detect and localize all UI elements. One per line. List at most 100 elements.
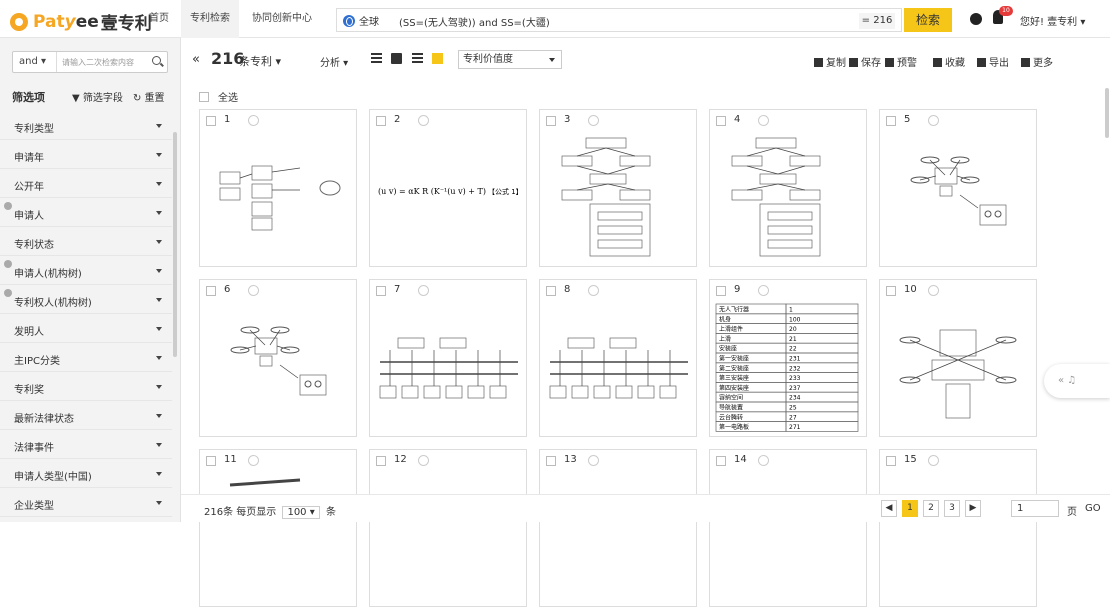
card-checkbox[interactable] xyxy=(886,286,896,296)
help-icon[interactable] xyxy=(970,13,982,25)
help-icon[interactable] xyxy=(4,202,12,210)
facet-8[interactable]: 主IPC分类 xyxy=(0,344,172,372)
card-radio[interactable] xyxy=(758,115,769,126)
card-radio[interactable] xyxy=(758,455,769,466)
card-checkbox[interactable] xyxy=(206,286,216,296)
select-all[interactable]: 全选 xyxy=(199,89,238,104)
facet-10[interactable]: 最新法律状态 xyxy=(0,402,172,430)
help-icon[interactable] xyxy=(4,260,12,268)
prev-page-button[interactable]: ◀ xyxy=(881,500,897,517)
user-menu[interactable]: 您好! 壹专利 ▾ xyxy=(1020,13,1085,28)
result-type-select[interactable]: 条专利 ▾ xyxy=(239,53,281,69)
nav-innovation-center[interactable]: 协同创新中心 xyxy=(243,0,321,38)
facet-3[interactable]: 申请人 xyxy=(0,199,172,227)
facet-9[interactable]: 专利奖 xyxy=(0,373,172,401)
collapse-sidebar-button[interactable]: « xyxy=(192,52,200,67)
card-radio[interactable] xyxy=(248,115,259,126)
patent-card[interactable]: 14 xyxy=(709,449,867,607)
facet-5[interactable]: 申请人(机构树) xyxy=(0,257,172,285)
card-checkbox[interactable] xyxy=(376,456,386,466)
page-2[interactable]: 2 xyxy=(923,500,939,517)
card-radio[interactable] xyxy=(588,285,599,296)
card-radio[interactable] xyxy=(418,285,429,296)
logo[interactable]: Pat y ee 壹专利 xyxy=(10,9,152,34)
facet-6[interactable]: 专利权人(机构树) xyxy=(0,286,172,314)
page-1[interactable]: 1 xyxy=(902,500,918,517)
analyze-menu[interactable]: 分析 ▾ xyxy=(320,54,348,69)
card-checkbox[interactable] xyxy=(716,116,726,126)
help-icon[interactable] xyxy=(4,289,12,297)
secondary-search-input[interactable]: 请输入二次检索内容 xyxy=(62,57,134,68)
patent-card[interactable]: 7 xyxy=(369,279,527,437)
card-radio[interactable] xyxy=(248,285,259,296)
card-checkbox[interactable] xyxy=(206,116,216,126)
main-scrollbar[interactable] xyxy=(1105,88,1109,138)
nav-home[interactable]: 首页 xyxy=(140,0,178,38)
patent-card[interactable]: 2 (u v) = αK R (K⁻¹(u v) + T) 【公式 1】 xyxy=(369,109,527,267)
patent-card[interactable]: 5 xyxy=(879,109,1037,267)
per-page-select[interactable]: 100 ▾ xyxy=(282,506,320,519)
card-radio[interactable] xyxy=(928,455,939,466)
image-view-icon[interactable] xyxy=(391,53,402,64)
card-checkbox[interactable] xyxy=(546,286,556,296)
list-view-icon[interactable] xyxy=(371,53,382,64)
search-query[interactable]: (SS=(无人驾驶)) and SS=(大疆) xyxy=(399,14,550,29)
scope-select[interactable]: 全球 xyxy=(343,13,379,28)
logic-select[interactable]: and ▾ xyxy=(13,52,57,72)
patent-card[interactable]: 11 xyxy=(199,449,357,607)
facet-1[interactable]: 申请年 xyxy=(0,141,172,169)
filter-field-button[interactable]: ▼ 筛选字段 xyxy=(72,89,123,104)
card-radio[interactable] xyxy=(418,455,429,466)
select-all-checkbox[interactable] xyxy=(199,92,209,102)
card-checkbox[interactable] xyxy=(376,286,386,296)
reset-button[interactable]: ↻ 重置 xyxy=(133,89,165,104)
card-checkbox[interactable] xyxy=(716,286,726,296)
detail-view-icon[interactable] xyxy=(412,53,423,64)
patent-card[interactable]: 15 xyxy=(879,449,1037,607)
more-button[interactable]: 更多 xyxy=(1021,54,1053,69)
patent-card[interactable]: 8 xyxy=(539,279,697,437)
facet-13[interactable]: 企业类型 xyxy=(0,489,172,517)
card-checkbox[interactable] xyxy=(206,456,216,466)
card-radio[interactable] xyxy=(248,455,259,466)
page-3[interactable]: 3 xyxy=(944,500,960,517)
favorite-button[interactable]: 收藏 xyxy=(933,54,965,69)
copy-button[interactable]: 复制 xyxy=(814,54,846,69)
card-checkbox[interactable] xyxy=(886,116,896,126)
alert-button[interactable]: 预警 xyxy=(885,54,917,69)
export-button[interactable]: 导出 xyxy=(977,54,1009,69)
card-radio[interactable] xyxy=(418,115,429,126)
facet-7[interactable]: 发明人 xyxy=(0,315,172,343)
search-icon[interactable] xyxy=(152,56,161,65)
patent-card[interactable]: 3 xyxy=(539,109,697,267)
sidebar-scrollbar[interactable] xyxy=(173,132,177,357)
facet-4[interactable]: 专利状态 xyxy=(0,228,172,256)
facet-2[interactable]: 公开年 xyxy=(0,170,172,198)
facet-11[interactable]: 法律事件 xyxy=(0,431,172,459)
search-button[interactable]: 检索 xyxy=(904,8,952,32)
card-checkbox[interactable] xyxy=(716,456,726,466)
go-button[interactable]: GO xyxy=(1085,503,1101,514)
card-checkbox[interactable] xyxy=(546,456,556,466)
float-assistant-button[interactable]: « ♫ xyxy=(1044,364,1110,398)
card-radio[interactable] xyxy=(588,455,599,466)
patent-card[interactable]: 13 xyxy=(539,449,697,607)
grid-view-icon[interactable] xyxy=(432,53,443,64)
search-box[interactable]: 全球 (SS=(无人驾驶)) and SS=(大疆) = 216 xyxy=(336,8,902,32)
goto-page-input[interactable]: 1 xyxy=(1011,500,1059,517)
card-checkbox[interactable] xyxy=(546,116,556,126)
card-radio[interactable] xyxy=(928,115,939,126)
sort-select[interactable]: 专利价值度 xyxy=(458,50,562,69)
patent-card[interactable]: 9 无人飞行器 1 机身 100 上滑组件 20 上滑 21 安装座 22 第一安装座 231 第二安装座… xyxy=(709,279,867,437)
card-radio[interactable] xyxy=(758,285,769,296)
patent-card[interactable]: 4 xyxy=(709,109,867,267)
patent-card[interactable]: 6 xyxy=(199,279,357,437)
save-button[interactable]: 保存 xyxy=(849,54,881,69)
facet-0[interactable]: 专利类型 xyxy=(0,112,172,140)
next-page-button[interactable]: ▶ xyxy=(965,500,981,517)
patent-card[interactable]: 12 xyxy=(369,449,527,607)
patent-card[interactable]: 1 xyxy=(199,109,357,267)
card-radio[interactable] xyxy=(588,115,599,126)
nav-patent-search[interactable]: 专利检索 xyxy=(181,0,239,38)
card-checkbox[interactable] xyxy=(376,116,386,126)
